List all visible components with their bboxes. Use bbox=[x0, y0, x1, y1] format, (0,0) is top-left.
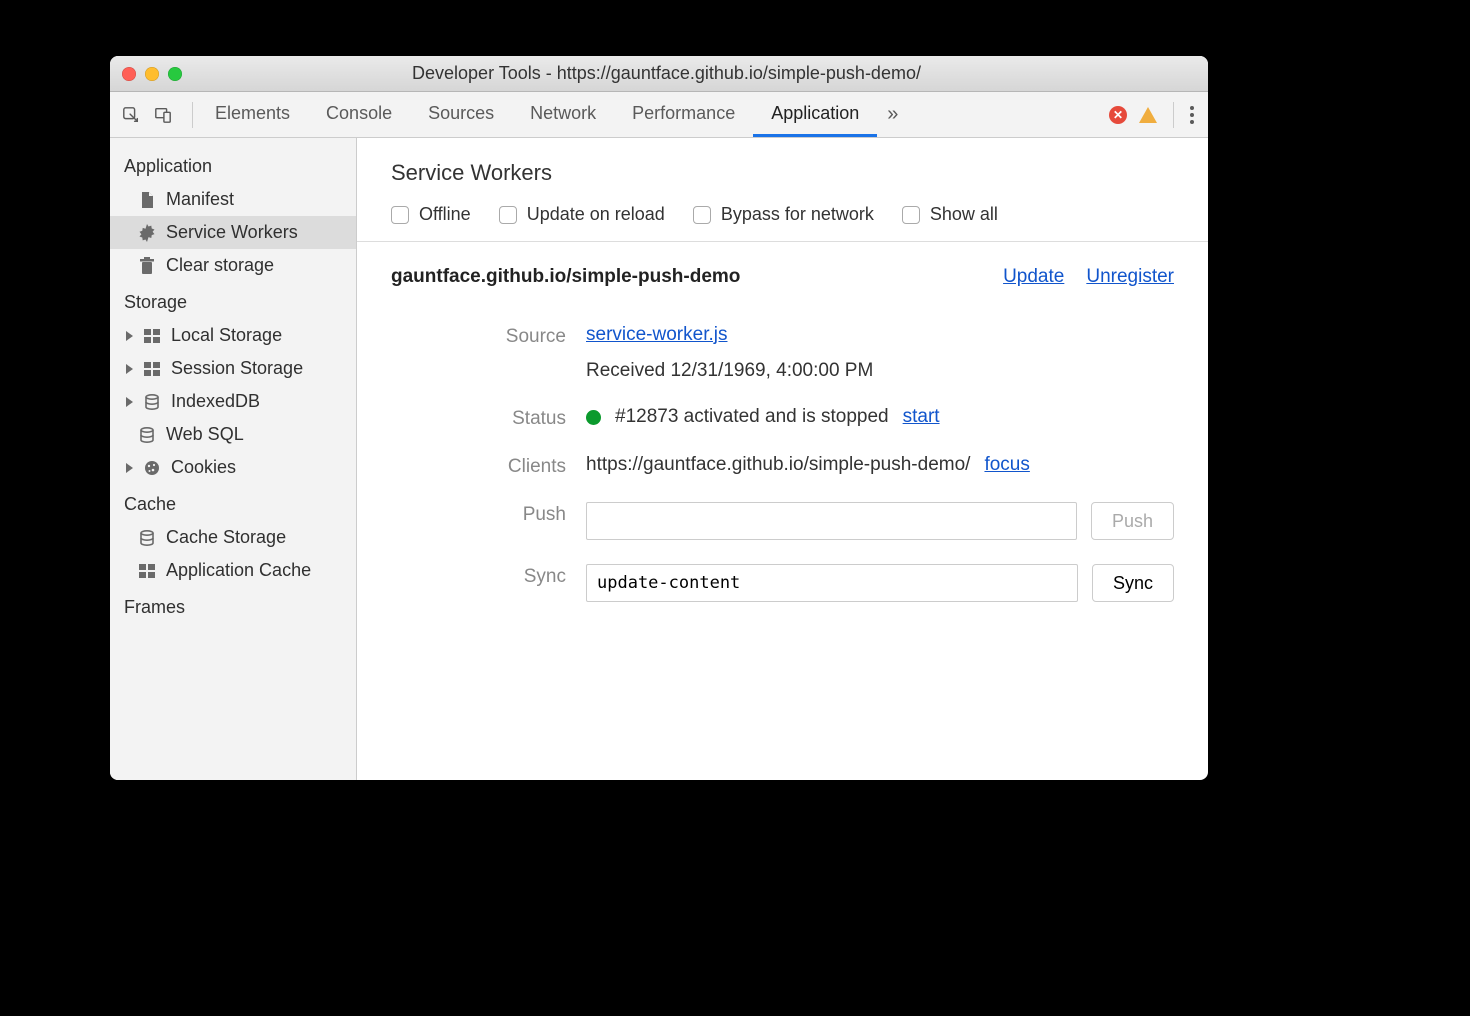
sidebar-item-label: IndexedDB bbox=[171, 391, 260, 412]
tabs-overflow-button[interactable]: » bbox=[877, 103, 908, 126]
toolbar-separator bbox=[1173, 102, 1174, 128]
sync-label: Sync bbox=[391, 564, 566, 588]
database-icon bbox=[143, 393, 161, 411]
bypass-for-network-checkbox[interactable]: Bypass for network bbox=[693, 204, 874, 225]
errors-badge[interactable]: ✕ bbox=[1109, 106, 1127, 124]
sidebar-item-label: Manifest bbox=[166, 189, 234, 210]
toolbar: Elements Console Sources Network Perform… bbox=[110, 92, 1208, 138]
sidebar-item-label: Application Cache bbox=[166, 560, 311, 581]
warnings-badge[interactable] bbox=[1139, 107, 1157, 123]
close-window-button[interactable] bbox=[122, 67, 136, 81]
file-icon bbox=[138, 191, 156, 209]
expand-caret-icon bbox=[126, 463, 133, 473]
status-label: Status bbox=[391, 406, 566, 430]
unregister-link[interactable]: Unregister bbox=[1086, 266, 1174, 288]
offline-checkbox[interactable]: Offline bbox=[391, 204, 471, 225]
push-input[interactable] bbox=[586, 502, 1077, 540]
devtools-window: Developer Tools - https://gauntface.gith… bbox=[110, 56, 1208, 780]
sync-input[interactable] bbox=[586, 564, 1078, 602]
service-worker-entry: gauntface.github.io/simple-push-demo Upd… bbox=[357, 242, 1208, 638]
status-indicator-icon bbox=[586, 410, 601, 425]
grid-icon bbox=[138, 562, 156, 580]
main-panel: Service Workers Offline Update on reload… bbox=[357, 138, 1208, 780]
device-toolbar-icon[interactable] bbox=[154, 106, 172, 124]
inspect-element-icon[interactable] bbox=[122, 106, 140, 124]
trash-icon bbox=[138, 257, 156, 275]
push-button[interactable]: Push bbox=[1091, 502, 1174, 540]
application-sidebar: Application Manifest Service Workers Cle… bbox=[110, 138, 357, 780]
panel-tabs: Elements Console Sources Network Perform… bbox=[197, 92, 908, 137]
window-title: Developer Tools - https://gauntface.gith… bbox=[137, 63, 1196, 84]
checkbox-label: Bypass for network bbox=[721, 204, 874, 225]
checkbox-icon bbox=[902, 206, 920, 224]
gear-icon bbox=[138, 224, 156, 242]
tab-elements[interactable]: Elements bbox=[197, 92, 308, 137]
tab-console[interactable]: Console bbox=[308, 92, 410, 137]
sidebar-item-clear-storage[interactable]: Clear storage bbox=[110, 249, 356, 282]
titlebar: Developer Tools - https://gauntface.gith… bbox=[110, 56, 1208, 92]
sidebar-item-label: Clear storage bbox=[166, 255, 274, 276]
sidebar-item-label: Session Storage bbox=[171, 358, 303, 379]
status-text: #12873 activated and is stopped bbox=[615, 406, 889, 428]
sidebar-item-websql[interactable]: Web SQL bbox=[110, 418, 356, 451]
checkbox-icon bbox=[693, 206, 711, 224]
checkbox-icon bbox=[499, 206, 517, 224]
tab-performance[interactable]: Performance bbox=[614, 92, 753, 137]
show-all-checkbox[interactable]: Show all bbox=[902, 204, 998, 225]
grid-icon bbox=[143, 327, 161, 345]
checkbox-label: Update on reload bbox=[527, 204, 665, 225]
settings-menu-button[interactable] bbox=[1190, 106, 1194, 124]
panel-heading: Service Workers bbox=[357, 138, 1208, 194]
grid-icon bbox=[143, 360, 161, 378]
expand-caret-icon bbox=[126, 364, 133, 374]
sidebar-item-label: Cookies bbox=[171, 457, 236, 478]
expand-caret-icon bbox=[126, 397, 133, 407]
sidebar-item-cookies[interactable]: Cookies bbox=[110, 451, 356, 484]
checkbox-label: Show all bbox=[930, 204, 998, 225]
received-timestamp: Received 12/31/1969, 4:00:00 PM bbox=[586, 360, 873, 382]
start-link[interactable]: start bbox=[903, 406, 940, 428]
sidebar-item-indexeddb[interactable]: IndexedDB bbox=[110, 385, 356, 418]
sidebar-item-label: Web SQL bbox=[166, 424, 244, 445]
sidebar-item-cache-storage[interactable]: Cache Storage bbox=[110, 521, 356, 554]
clients-label: Clients bbox=[391, 454, 566, 478]
focus-client-link[interactable]: focus bbox=[984, 454, 1029, 476]
sidebar-item-label: Service Workers bbox=[166, 222, 298, 243]
sidebar-item-label: Cache Storage bbox=[166, 527, 286, 548]
sidebar-item-manifest[interactable]: Manifest bbox=[110, 183, 356, 216]
sidebar-group-storage: Storage bbox=[110, 282, 356, 319]
tab-sources[interactable]: Sources bbox=[410, 92, 512, 137]
checkbox-icon bbox=[391, 206, 409, 224]
toolbar-separator bbox=[192, 102, 193, 128]
service-worker-options: Offline Update on reload Bypass for netw… bbox=[357, 194, 1208, 242]
content-area: Application Manifest Service Workers Cle… bbox=[110, 138, 1208, 780]
tab-application[interactable]: Application bbox=[753, 92, 877, 137]
database-icon bbox=[138, 426, 156, 444]
tab-network[interactable]: Network bbox=[512, 92, 614, 137]
sync-button[interactable]: Sync bbox=[1092, 564, 1174, 602]
sidebar-item-service-workers[interactable]: Service Workers bbox=[110, 216, 356, 249]
update-on-reload-checkbox[interactable]: Update on reload bbox=[499, 204, 665, 225]
service-worker-origin: gauntface.github.io/simple-push-demo bbox=[391, 266, 740, 288]
update-link[interactable]: Update bbox=[1003, 266, 1064, 288]
sidebar-group-application: Application bbox=[110, 146, 356, 183]
database-icon bbox=[138, 529, 156, 547]
sidebar-item-local-storage[interactable]: Local Storage bbox=[110, 319, 356, 352]
sidebar-group-cache: Cache bbox=[110, 484, 356, 521]
sidebar-item-label: Local Storage bbox=[171, 325, 282, 346]
source-label: Source bbox=[391, 324, 566, 348]
sidebar-group-frames: Frames bbox=[110, 587, 356, 624]
sidebar-item-session-storage[interactable]: Session Storage bbox=[110, 352, 356, 385]
cookie-icon bbox=[143, 459, 161, 477]
checkbox-label: Offline bbox=[419, 204, 471, 225]
source-file-link[interactable]: service-worker.js bbox=[586, 324, 727, 346]
sidebar-item-application-cache[interactable]: Application Cache bbox=[110, 554, 356, 587]
push-label: Push bbox=[391, 502, 566, 526]
client-url: https://gauntface.github.io/simple-push-… bbox=[586, 454, 970, 476]
expand-caret-icon bbox=[126, 331, 133, 341]
